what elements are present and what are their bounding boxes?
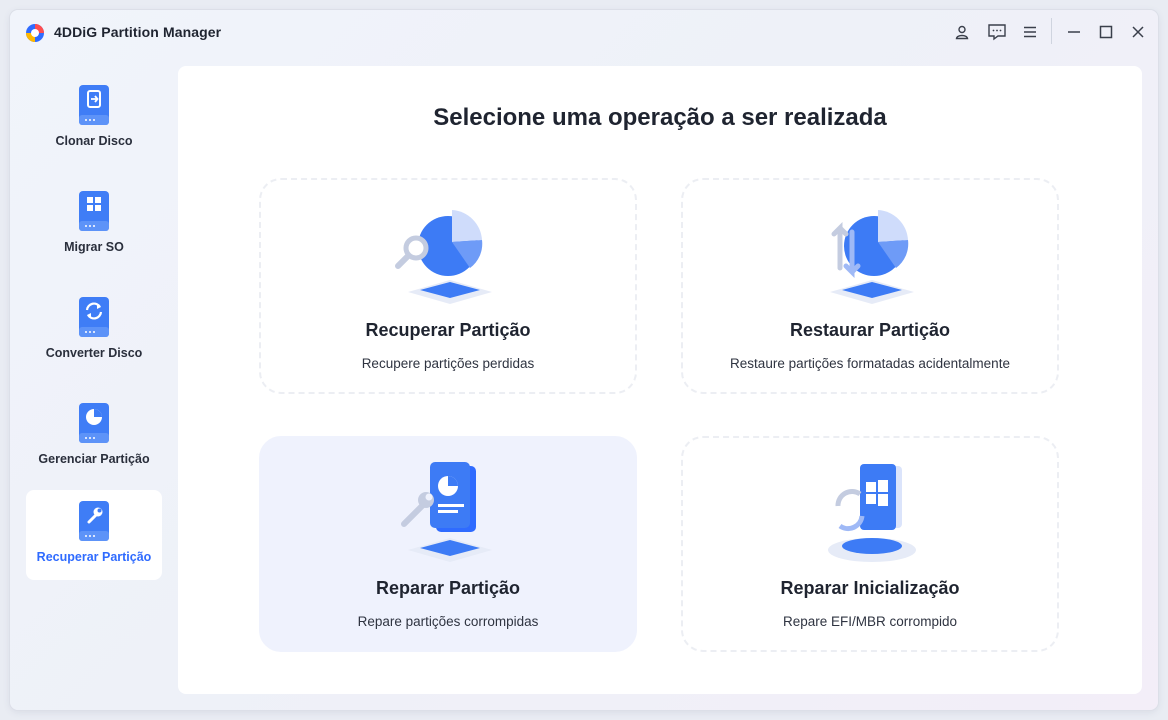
card-description: Restaure partições formatadas acidentalm… <box>730 356 1010 371</box>
boot-repair-icon <box>828 464 916 562</box>
app-logo-icon <box>26 24 44 42</box>
maximize-icon[interactable] <box>1094 20 1118 44</box>
sidebar-item-label: Clonar Disco <box>55 134 133 148</box>
card-description: Recupere partições perdidas <box>361 356 535 371</box>
sidebar-item-migrar-so[interactable]: Migrar SO <box>26 180 162 270</box>
sidebar-item-label: Gerenciar Partição <box>38 452 150 466</box>
sidebar-item-label: Converter Disco <box>45 346 143 360</box>
card-recuperar-particao[interactable]: Recuperar Partição Recupere partições pe… <box>259 178 637 394</box>
sidebar-item-clonar-disco[interactable]: Clonar Disco <box>26 74 162 164</box>
sidebar-item-gerenciar-particao[interactable]: Gerenciar Partição <box>26 392 162 482</box>
clone-disk-icon <box>79 85 109 125</box>
titlebar-divider <box>1051 18 1052 44</box>
feedback-icon[interactable] <box>985 20 1009 44</box>
close-icon[interactable] <box>1126 20 1150 44</box>
page-title: Selecione uma operação a ser realizada <box>433 104 887 131</box>
sidebar-item-recuperar-particao[interactable]: Recuperar Partição <box>26 490 162 580</box>
sidebar-item-label: Migrar SO <box>64 240 124 254</box>
main-panel: Selecione uma operação a ser realizada R… <box>178 66 1142 694</box>
card-title: Restaurar Partição <box>789 320 951 340</box>
card-description: Repare partições corrompidas <box>357 614 539 629</box>
card-title: Reparar Inicialização <box>780 578 960 598</box>
minimize-icon[interactable] <box>1062 20 1086 44</box>
card-reparar-particao[interactable]: Reparar Partição Repare partições corrom… <box>259 436 637 652</box>
card-title: Reparar Partição <box>375 578 521 598</box>
card-reparar-inicializacao[interactable]: Reparar Inicialização Repare EFI/MBR cor… <box>681 436 1059 652</box>
recover-partition-icon <box>79 501 109 541</box>
partition-restore-icon <box>830 210 914 304</box>
sidebar-item-label: Recuperar Partição <box>36 550 152 564</box>
card-title: Recuperar Partição <box>365 320 531 340</box>
partition-search-icon <box>395 210 492 304</box>
app-window: 4DDiG Partition Manager Clonar Disco Mig… <box>10 10 1158 710</box>
manage-partition-icon <box>79 403 109 443</box>
partition-repair-icon <box>401 462 492 562</box>
menu-icon[interactable] <box>1018 20 1042 44</box>
app-title: 4DDiG Partition Manager <box>54 24 222 40</box>
account-icon[interactable] <box>950 20 974 44</box>
title-bar: 4DDiG Partition Manager <box>10 10 1158 54</box>
sidebar: Clonar Disco Migrar SO Converter Disco G… <box>10 66 178 696</box>
card-restaurar-particao[interactable]: Restaurar Partição Restaure partições fo… <box>681 178 1059 394</box>
sidebar-item-converter-disco[interactable]: Converter Disco <box>26 286 162 376</box>
migrate-os-icon <box>79 191 109 231</box>
convert-disk-icon <box>79 297 109 337</box>
card-description: Repare EFI/MBR corrompido <box>782 614 958 629</box>
